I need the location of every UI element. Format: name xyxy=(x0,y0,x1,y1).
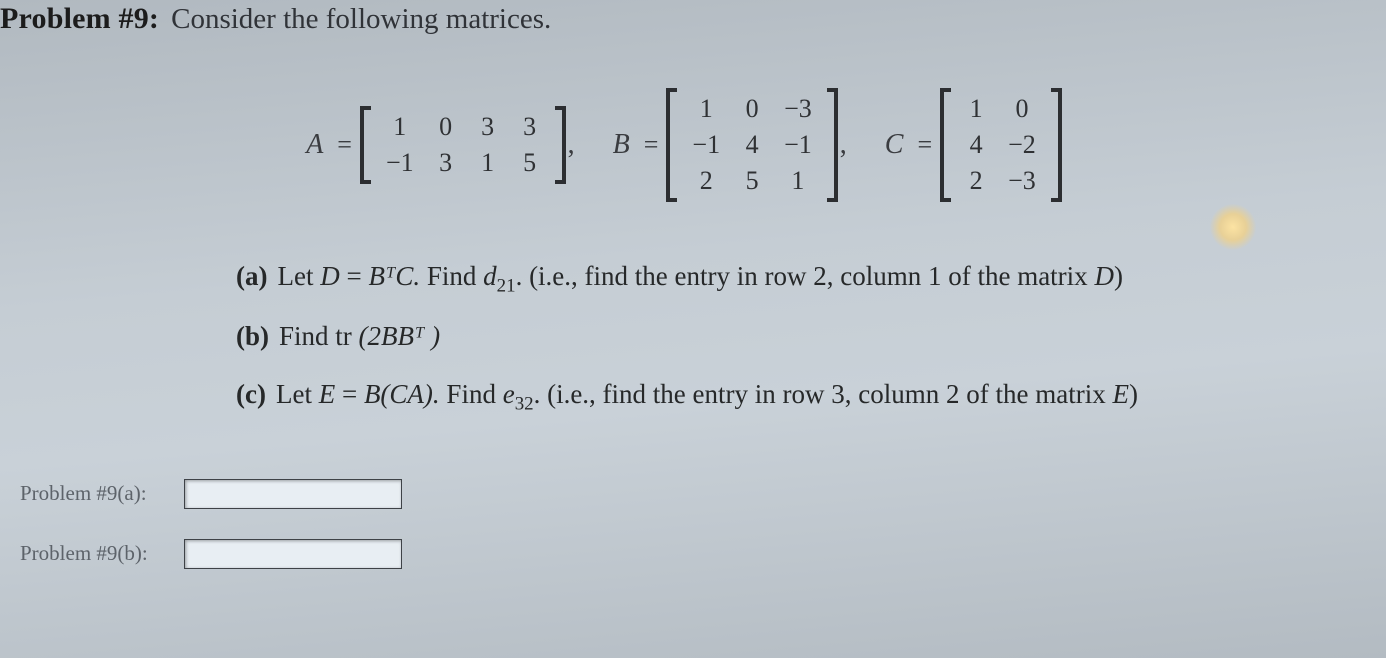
problem-header: Problem #9: Consider the following matri… xyxy=(0,0,1368,36)
matrix-cell: −3 xyxy=(784,94,812,124)
matrix-A-grid: 1 0 3 3 −1 3 1 5 xyxy=(376,106,550,184)
answer-inputs: Problem #9(a): Problem #9(b): xyxy=(20,479,1368,569)
part-c-label: (c) xyxy=(236,370,266,422)
equals-sign: = xyxy=(337,130,352,160)
matrix-cell: −1 xyxy=(784,130,812,160)
input-row-b: Problem #9(b): xyxy=(20,539,1368,569)
right-bracket-icon xyxy=(552,106,566,184)
matrix-cell: 3 xyxy=(478,112,498,142)
part-b-text: Find tr (2BBᵀ ) xyxy=(279,312,440,362)
left-bracket-icon xyxy=(360,106,374,184)
matrix-cell: 4 xyxy=(742,130,762,160)
matrix-cell: −3 xyxy=(1008,166,1036,196)
answer-b-label: Problem #9(b): xyxy=(20,541,170,566)
part-c-text: Let E = B(CA). Find e32. (i.e., find the… xyxy=(276,370,1138,422)
problem-prompt: Consider the following matrices. xyxy=(171,3,551,36)
subparts: (a) Let D = BᵀC. Find d21. (i.e., find t… xyxy=(236,252,1368,423)
equals-sign: = xyxy=(917,130,932,160)
matrix-cell: 2 xyxy=(692,166,720,196)
matrix-B-grid: 1 0 −3 −1 4 −1 2 5 1 xyxy=(682,88,821,202)
matrix-B-name: B xyxy=(613,129,630,161)
right-bracket-icon xyxy=(824,88,838,202)
matrix-cell: 5 xyxy=(742,166,762,196)
equals-sign: = xyxy=(644,130,659,160)
left-bracket-icon xyxy=(666,88,680,202)
part-b-label: (b) xyxy=(236,312,269,362)
matrix-cell: −2 xyxy=(1008,130,1036,160)
right-bracket-icon xyxy=(1048,88,1062,202)
matrix-cell: 1 xyxy=(784,166,812,196)
matrix-cell: 0 xyxy=(742,94,762,124)
matrix-C: C = 1 0 4 −2 2 −3 xyxy=(885,88,1062,202)
part-c: (c) Let E = B(CA). Find e32. (i.e., find… xyxy=(236,370,1368,422)
answer-a-label: Problem #9(a): xyxy=(20,481,170,506)
part-a-label: (a) xyxy=(236,252,267,304)
matrix-cell: 1 xyxy=(966,94,986,124)
left-bracket-icon xyxy=(940,88,954,202)
matrix-cell: 0 xyxy=(436,112,456,142)
part-b: (b) Find tr (2BBᵀ ) xyxy=(236,312,1368,362)
matrix-cell: −1 xyxy=(386,148,414,178)
answer-b-input[interactable] xyxy=(184,539,402,569)
matrix-cell: 1 xyxy=(478,148,498,178)
matrix-cell: 5 xyxy=(520,148,540,178)
matrix-C-name: C xyxy=(885,129,904,161)
matrix-cell: 3 xyxy=(520,112,540,142)
matrix-cell: 3 xyxy=(436,148,456,178)
comma: , xyxy=(568,129,575,161)
problem-page: Problem #9: Consider the following matri… xyxy=(0,0,1386,658)
matrix-C-grid: 1 0 4 −2 2 −3 xyxy=(956,88,1046,202)
part-a-text: Let D = BᵀC. Find d21. (i.e., find the e… xyxy=(277,252,1122,304)
matrix-cell: 0 xyxy=(1008,94,1036,124)
matrix-cell: 2 xyxy=(966,166,986,196)
matrix-A-name: A xyxy=(306,129,323,161)
matrix-cell: 1 xyxy=(692,94,720,124)
matrix-cell: −1 xyxy=(692,130,720,160)
problem-label: Problem #9: xyxy=(0,2,159,36)
matrix-cell: 1 xyxy=(386,112,414,142)
part-a: (a) Let D = BᵀC. Find d21. (i.e., find t… xyxy=(236,252,1368,304)
matrix-row: A = 1 0 3 3 −1 3 1 5 , B = 1 0 xyxy=(0,88,1368,202)
camera-flash-glare xyxy=(1210,204,1256,250)
comma: , xyxy=(840,129,847,161)
input-row-a: Problem #9(a): xyxy=(20,479,1368,509)
matrix-A: A = 1 0 3 3 −1 3 1 5 , xyxy=(306,106,578,184)
matrix-B: B = 1 0 −3 −1 4 −1 2 5 1 , xyxy=(613,88,851,202)
matrix-cell: 4 xyxy=(966,130,986,160)
answer-a-input[interactable] xyxy=(184,479,402,509)
